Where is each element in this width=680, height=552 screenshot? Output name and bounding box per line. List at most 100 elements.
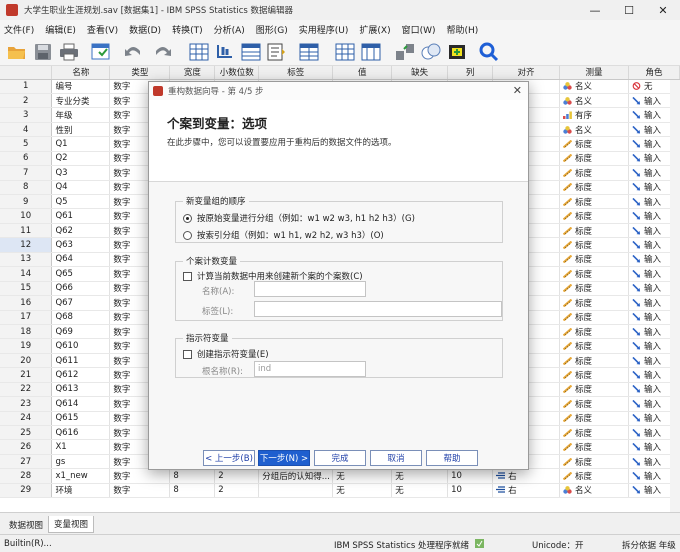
variables-icon[interactable] xyxy=(240,41,262,63)
cell-measure[interactable]: 标度 xyxy=(559,223,629,239)
row-number[interactable]: 9 xyxy=(0,194,53,210)
row-number[interactable]: 29 xyxy=(0,483,53,499)
row-number[interactable]: 16 xyxy=(0,295,53,311)
cell-name[interactable]: Q614 xyxy=(51,396,111,412)
checkbox-count-cases[interactable] xyxy=(183,271,192,281)
cell-measure[interactable]: 标度 xyxy=(559,353,629,369)
root-name-input[interactable]: ind xyxy=(254,361,366,377)
row-number[interactable]: 27 xyxy=(0,454,53,470)
row-number[interactable]: 15 xyxy=(0,281,53,297)
value-labels-icon[interactable] xyxy=(420,41,442,63)
cell-measure[interactable]: 标度 xyxy=(559,382,629,398)
cancel-button[interactable]: 取消 xyxy=(370,450,422,466)
cell-name[interactable]: Q64 xyxy=(51,252,111,268)
cell-measure[interactable]: 标度 xyxy=(559,281,629,297)
cell-measure[interactable]: 名义 xyxy=(559,483,629,499)
go-to-variable-icon[interactable] xyxy=(214,41,236,63)
cell-name[interactable]: Q612 xyxy=(51,367,111,383)
print-icon[interactable] xyxy=(58,41,80,63)
cell-measure[interactable]: 标度 xyxy=(559,468,629,484)
cell-name[interactable]: 专业分类 xyxy=(51,93,111,109)
cell-name[interactable]: Q67 xyxy=(51,295,111,311)
menu-graphs[interactable]: 图形(G) xyxy=(256,23,288,36)
cell-name[interactable]: Q65 xyxy=(51,266,111,282)
cell-measure[interactable]: 标度 xyxy=(559,324,629,340)
cell-name[interactable]: Q5 xyxy=(51,194,111,210)
dialog-recall-icon[interactable] xyxy=(90,41,112,63)
cell-measure[interactable]: 标度 xyxy=(559,439,629,455)
use-variable-sets-icon[interactable] xyxy=(446,41,468,63)
header-columns[interactable]: 列 xyxy=(447,66,494,80)
cell-measure[interactable]: 标度 xyxy=(559,194,629,210)
row-number[interactable]: 2 xyxy=(0,93,53,109)
redo-icon[interactable] xyxy=(152,41,174,63)
cell-name[interactable]: Q69 xyxy=(51,324,111,340)
row-number[interactable]: 13 xyxy=(0,252,53,268)
cell-measure[interactable]: 标度 xyxy=(559,136,629,152)
table-row[interactable]: 28 x1_new 数字 8 2 分组后的认知得... 无无 10 右标度 输入 xyxy=(0,468,680,484)
open-folder-icon[interactable] xyxy=(6,41,28,63)
tab-data-view[interactable]: 数据视图 xyxy=(4,516,48,533)
cell-measure[interactable]: 标度 xyxy=(559,208,629,224)
cell-name[interactable]: X1 xyxy=(51,439,111,455)
run-descriptive-icon[interactable] xyxy=(266,41,288,63)
cell-name[interactable]: Q2 xyxy=(51,151,111,167)
search-icon[interactable] xyxy=(478,41,500,63)
cell-name[interactable]: x1_new xyxy=(51,468,111,484)
menu-file[interactable]: 文件(F) xyxy=(4,23,34,36)
cell-measure[interactable]: 标度 xyxy=(559,295,629,311)
header-missing[interactable]: 缺失 xyxy=(391,66,449,80)
cell-name[interactable]: Q613 xyxy=(51,382,111,398)
cell-measure[interactable]: 标度 xyxy=(559,367,629,383)
row-number[interactable]: 10 xyxy=(0,208,53,224)
finish-button[interactable]: 完成 xyxy=(314,450,366,466)
cell-measure[interactable]: 名义 xyxy=(559,79,629,94)
cell-name[interactable]: Q63 xyxy=(51,237,111,253)
menu-utilities[interactable]: 实用程序(U) xyxy=(299,23,349,36)
row-number[interactable]: 22 xyxy=(0,382,53,398)
row-number[interactable]: 18 xyxy=(0,324,53,340)
undo-icon[interactable] xyxy=(122,41,144,63)
cell-name[interactable]: Q68 xyxy=(51,310,111,325)
cell-name[interactable]: Q61 xyxy=(51,208,111,224)
header-width[interactable]: 宽度 xyxy=(169,66,216,80)
radio-group-by-index[interactable] xyxy=(183,230,192,240)
cell-missing[interactable]: 无 xyxy=(391,468,449,484)
menu-data[interactable]: 数据(D) xyxy=(129,23,161,36)
header-role[interactable]: 角色 xyxy=(628,66,680,80)
row-number[interactable]: 7 xyxy=(0,165,53,181)
menu-transform[interactable]: 转换(T) xyxy=(172,23,203,36)
cell-align[interactable]: 右 xyxy=(492,483,561,499)
cell-measure[interactable]: 标度 xyxy=(559,252,629,268)
row-number[interactable]: 24 xyxy=(0,411,53,427)
checkbox-create-indicator[interactable] xyxy=(183,349,192,359)
menu-window[interactable]: 窗口(W) xyxy=(402,23,436,36)
cell-measure[interactable]: 标度 xyxy=(559,454,629,470)
cell-measure[interactable]: 标度 xyxy=(559,310,629,325)
row-number[interactable]: 5 xyxy=(0,136,53,152)
header-measure[interactable]: 测量 xyxy=(559,66,629,80)
cell-measure[interactable]: 名义 xyxy=(559,93,629,109)
go-to-case-icon[interactable] xyxy=(188,41,210,63)
tab-variable-view[interactable]: 变量视图 xyxy=(48,516,95,533)
cell-name[interactable]: Q616 xyxy=(51,425,111,441)
cell-name[interactable]: Q610 xyxy=(51,338,111,354)
header-type[interactable]: 类型 xyxy=(109,66,171,80)
table-row[interactable]: 29 环境 数字 8 2 无无 10 右名义 输入 xyxy=(0,483,680,499)
row-number[interactable]: 6 xyxy=(0,151,53,167)
cell-name[interactable]: Q615 xyxy=(51,411,111,427)
menu-view[interactable]: 查看(V) xyxy=(87,23,118,36)
option-group-by-index[interactable]: 按索引分组（例如：w1 h1, w2 h2, w3 h3）(O) xyxy=(183,229,384,241)
cell-width[interactable]: 8 xyxy=(169,483,216,499)
row-number[interactable]: 23 xyxy=(0,396,53,412)
cell-measure[interactable]: 标度 xyxy=(559,165,629,181)
cell-align[interactable]: 右 xyxy=(492,468,561,484)
cell-measure[interactable]: 标度 xyxy=(559,237,629,253)
cell-name[interactable]: Q3 xyxy=(51,165,111,181)
cell-name[interactable]: 性别 xyxy=(51,122,111,138)
row-number[interactable]: 17 xyxy=(0,310,53,325)
cell-name[interactable]: 年级 xyxy=(51,107,111,123)
close-button[interactable]: ✕ xyxy=(646,0,680,20)
row-number[interactable]: 14 xyxy=(0,266,53,282)
row-number[interactable]: 19 xyxy=(0,338,53,354)
